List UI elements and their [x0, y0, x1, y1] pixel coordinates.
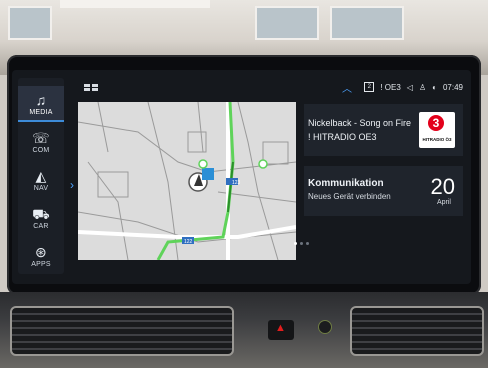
page-dot	[294, 242, 297, 245]
ceiling-light	[60, 0, 210, 8]
navigation-map[interactable]: 123 122	[78, 102, 296, 260]
page-dot	[300, 242, 303, 245]
connection-icon: ◐	[432, 82, 437, 92]
split-screen-icon[interactable]	[84, 84, 98, 91]
garage-window	[8, 6, 52, 40]
sim-card-icon: 2	[364, 82, 375, 92]
sidebar-item-label: APPS	[31, 260, 51, 268]
sidebar-item-com[interactable]: ☏ COM	[18, 124, 64, 160]
station-logo-caption: HITRADIO Ö3	[422, 137, 452, 142]
sidebar-item-car[interactable]: ⛟ CAR	[18, 200, 64, 236]
sidebar-item-label: COM	[32, 146, 50, 154]
main-menu-sidebar: ♫ MEDIA ☏ COM ◭ NAV ⛟ CAR ⊛ APPS	[18, 78, 64, 274]
station-label: ! OE3	[380, 82, 401, 92]
air-vent-left[interactable]	[10, 306, 234, 356]
communication-title: Kommunikation	[308, 178, 384, 189]
sidebar-item-label: CAR	[33, 222, 49, 230]
sidebar-item-apps[interactable]: ⊛ APPS	[18, 238, 64, 274]
road-number-1: 123	[232, 180, 241, 186]
page-dot	[306, 242, 309, 245]
car-icon: ⛟	[32, 205, 50, 222]
road-number-2: 122	[184, 239, 193, 245]
communication-widget[interactable]: Kommunikation Neues Gerät verbinden 20 A…	[304, 166, 463, 216]
hazard-button[interactable]	[268, 320, 294, 340]
apps-icon: ⊛	[35, 243, 47, 260]
date-month: April	[436, 199, 451, 206]
communication-subtitle: Neues Gerät verbinden	[308, 192, 391, 201]
chevron-right-icon[interactable]: ›	[70, 178, 74, 192]
person-icon: ♙	[418, 82, 427, 92]
dashboard-console	[0, 292, 488, 368]
now-playing-title: Nickelback - Song on Fire	[308, 118, 412, 128]
map-canvas: 123 122	[78, 102, 296, 260]
sidebar-item-label: MEDIA	[29, 108, 53, 116]
console-button[interactable]	[318, 320, 332, 334]
music-note-icon: ♫	[35, 91, 47, 108]
chevron-up-icon[interactable]: ︿	[342, 80, 352, 95]
media-widget[interactable]: Nickelback - Song on Fire ! HITRADIO OE3…	[304, 104, 463, 156]
volume-icon: ◁	[406, 82, 413, 92]
date-day: 20	[430, 174, 455, 199]
sidebar-item-nav[interactable]: ◭ NAV	[18, 162, 64, 198]
infotainment-screen: ︿ 2 ! OE3 ◁ ♙ ◐ 07:49 ♫ MEDIA ☏ COM ◭ NA…	[12, 70, 471, 284]
now-playing-station: ! HITRADIO OE3	[308, 132, 377, 142]
air-vent-right[interactable]	[350, 306, 484, 356]
sidebar-item-label: NAV	[33, 184, 49, 192]
garage-window	[255, 6, 319, 40]
status-bar: 2 ! OE3 ◁ ♙ ◐ 07:49	[364, 82, 463, 92]
navigation-icon: ◭	[35, 167, 47, 184]
phone-icon: ☏	[32, 129, 50, 146]
sidebar-item-media[interactable]: ♫ MEDIA	[18, 86, 64, 122]
clock: 07:49	[442, 82, 463, 92]
station-logo: 3 HITRADIO Ö3	[419, 112, 455, 148]
garage-window	[330, 6, 404, 40]
page-indicator	[294, 242, 309, 245]
station-logo-mark: 3	[428, 115, 444, 131]
